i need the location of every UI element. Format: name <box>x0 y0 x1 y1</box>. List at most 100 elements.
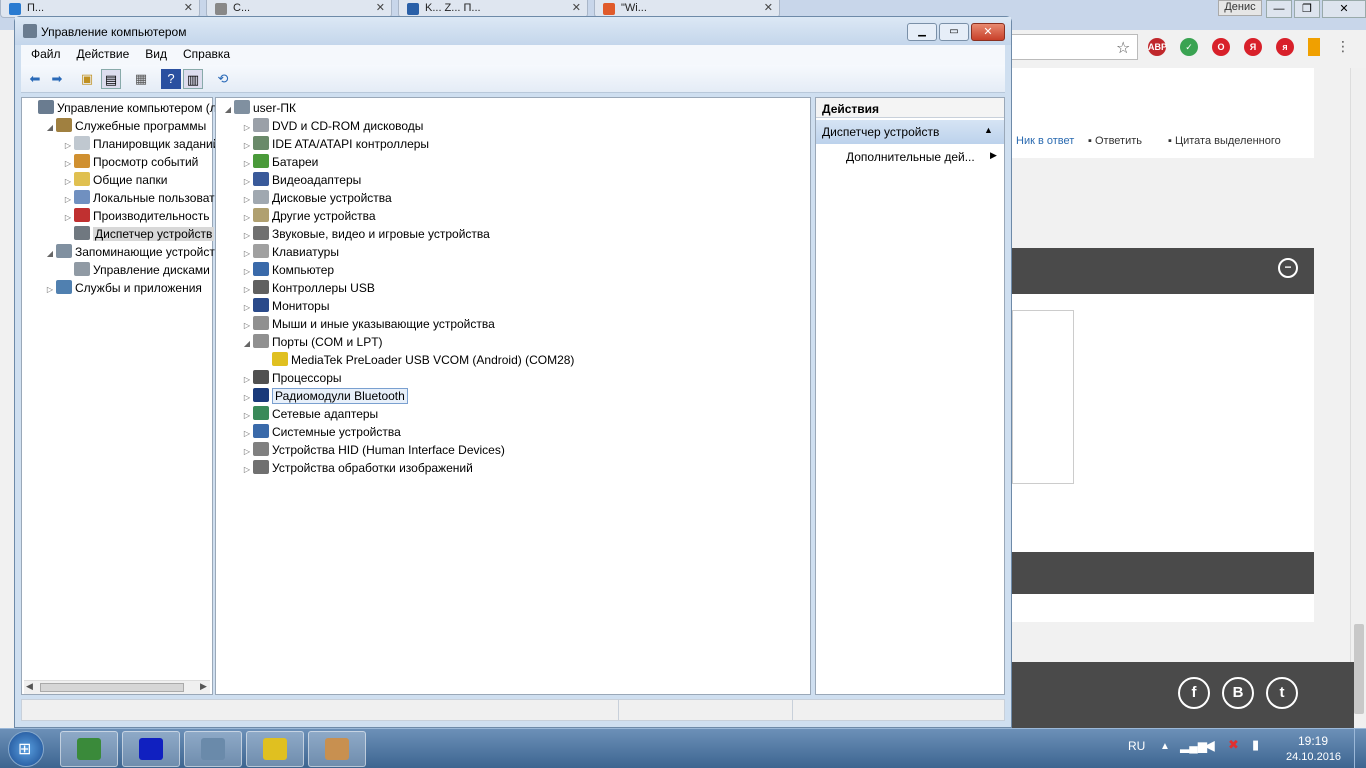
start-button[interactable]: ⊞ <box>8 731 44 767</box>
device-category[interactable]: ▷ Другие устройства <box>241 207 376 225</box>
abp-icon[interactable]: ABP <box>1148 38 1167 56</box>
taskbar-app-paint[interactable] <box>308 731 366 767</box>
collapse-arrow-icon[interactable]: ▲ <box>984 125 993 135</box>
close-tab-icon[interactable]: ✕ <box>572 1 581 14</box>
menu-view[interactable]: Вид <box>135 45 173 61</box>
show-actions-icon[interactable]: ▥ <box>183 69 203 89</box>
volume-icon[interactable]: ◀ <box>1204 737 1215 754</box>
show-hidden-icons-icon[interactable]: ▲ <box>1160 741 1170 752</box>
device-category[interactable]: ▷ Процессоры <box>241 369 342 387</box>
nav-tree-item[interactable]: Управление дисками <box>62 261 210 279</box>
nav-tree-item[interactable]: ▷ Планировщик заданий <box>62 135 219 153</box>
device-category[interactable]: ▷ Дисковые устройства <box>241 189 392 207</box>
nav-tree-item[interactable]: ▷ Службы и приложения <box>44 279 202 297</box>
nav-tree-item[interactable]: ◢ Запоминающие устройст <box>44 243 215 261</box>
taskbar-app-usb[interactable] <box>122 731 180 767</box>
show-desktop-button[interactable] <box>1354 729 1366 768</box>
device-category[interactable]: ▷ DVD и CD-ROM дисководы <box>241 117 423 135</box>
device-category[interactable]: ◢ Порты (COM и LPT) <box>241 333 383 351</box>
nav-tree-item[interactable]: Диспетчер устройств <box>62 225 215 243</box>
device-category[interactable]: ▷ Мониторы <box>241 297 329 315</box>
twitter-icon[interactable]: t <box>1266 677 1298 709</box>
device-category[interactable]: ▷ Системные устройства <box>241 423 401 441</box>
scroll-thumb[interactable] <box>1354 624 1364 714</box>
more-actions-item[interactable]: Дополнительные дей... ▶ <box>846 148 1002 166</box>
clock-time[interactable]: 19:19 <box>1298 734 1328 748</box>
reply-link[interactable]: ▪ Ответить <box>1088 135 1142 147</box>
device-category[interactable]: ▷ Видеоадаптеры <box>241 171 361 189</box>
device-category[interactable]: ▷ Радиомодули Bluetooth <box>241 387 408 405</box>
clock-date[interactable]: 24.10.2016 <box>1286 751 1341 763</box>
nav-tree-item[interactable]: ◢ Служебные программы <box>44 117 206 135</box>
textarea-field[interactable] <box>1012 310 1074 484</box>
device-tree-root[interactable]: ◢ user-ПК <box>222 99 296 117</box>
profile-button[interactable]: Денис <box>1218 0 1262 16</box>
opera-icon[interactable]: O <box>1212 38 1230 56</box>
expand-arrow-icon[interactable]: ▷ <box>44 281 56 299</box>
help-icon[interactable]: ? <box>161 69 181 89</box>
vk-icon[interactable]: B <box>1222 677 1254 709</box>
close-tab-icon[interactable]: ✕ <box>184 1 193 14</box>
scroll-thumb[interactable] <box>40 683 184 692</box>
collapse-icon[interactable]: − <box>1278 258 1298 278</box>
scan-hardware-icon[interactable]: ⟲ <box>213 69 233 89</box>
device-category[interactable]: ▷ Клавиатуры <box>241 243 339 261</box>
reply-nick-link[interactable]: Ник в ответ <box>1016 135 1074 147</box>
nav-tree-item[interactable]: ▷ Производительность <box>62 207 209 225</box>
expand-arrow-icon[interactable]: ▷ <box>241 461 253 479</box>
close-tab-icon[interactable]: ✕ <box>764 1 773 14</box>
device-category[interactable]: MediaTek PreLoader USB VCOM (Android) (C… <box>260 351 574 369</box>
menu-action[interactable]: Действие <box>67 45 136 61</box>
device-category[interactable]: ▷ IDE ATA/ATAPI контроллеры <box>241 135 429 153</box>
expand-arrow-icon[interactable]: ◢ <box>222 101 234 119</box>
page-scrollbar[interactable] <box>1350 68 1366 728</box>
nav-tree-item[interactable]: Управление компьютером (л <box>26 99 217 117</box>
taskbar-app-chrome[interactable] <box>246 731 304 767</box>
facebook-icon[interactable]: f <box>1178 677 1210 709</box>
battery-tray-icon[interactable]: ▮ <box>1252 737 1259 753</box>
taskbar-app-computer-management[interactable] <box>184 731 242 767</box>
show-hide-tree-icon[interactable]: ▤ <box>101 69 121 89</box>
close-tab-icon[interactable]: ✕ <box>376 1 385 14</box>
device-category[interactable]: ▷ Звуковые, видео и игровые устройства <box>241 225 490 243</box>
language-indicator[interactable]: RU <box>1128 739 1145 753</box>
scroll-right-icon[interactable]: ▶ <box>200 681 207 692</box>
yandex-small-icon[interactable]: я <box>1276 38 1294 56</box>
expand-arrow-icon[interactable]: ◢ <box>241 335 253 353</box>
bookmark-star-icon[interactable]: ☆ <box>1116 38 1130 58</box>
expand-arrow-icon[interactable]: ◢ <box>44 245 56 263</box>
restore-browser-button[interactable]: ❐ <box>1294 0 1320 18</box>
minimize-button[interactable]: ▁ <box>907 23 937 41</box>
properties-icon[interactable]: ▦ <box>131 69 151 89</box>
network-error-icon[interactable]: ✖ <box>1228 737 1239 753</box>
menu-file[interactable]: Файл <box>21 45 67 61</box>
shield-icon[interactable]: ✓ <box>1180 38 1198 56</box>
signal-icon[interactable]: ▂▄▆ <box>1180 739 1207 753</box>
horizontal-scrollbar[interactable]: ◀ ▶ <box>24 680 210 694</box>
device-category[interactable]: ▷ Мыши и иные указывающие устройства <box>241 315 495 333</box>
device-category[interactable]: ▷ Контроллеры USB <box>241 279 375 297</box>
yandex-icon[interactable]: Я <box>1244 38 1262 56</box>
device-category[interactable]: ▷ Устройства обработки изображений <box>241 459 473 477</box>
taskbar-app-monitor[interactable] <box>60 731 118 767</box>
expand-arrow-icon[interactable]: ◢ <box>44 119 56 137</box>
nav-tree-item[interactable]: ▷ Локальные пользовате <box>62 189 221 207</box>
maximize-button[interactable]: ▭ <box>939 23 969 41</box>
actions-section[interactable]: Диспетчер устройств ▲ <box>816 120 1004 144</box>
menu-icon[interactable]: ⋮ <box>1336 38 1350 55</box>
device-category[interactable]: ▷ Устройства HID (Human Interface Devices… <box>241 441 505 459</box>
minimize-browser-button[interactable]: — <box>1266 0 1292 18</box>
device-category[interactable]: ▷ Батареи <box>241 153 318 171</box>
back-icon[interactable]: ⬅ <box>25 69 45 89</box>
bookmark-flag-icon[interactable] <box>1308 38 1320 56</box>
forward-icon[interactable]: ➡ <box>47 69 67 89</box>
quote-link[interactable]: ▪ Цитата выделенного <box>1168 135 1281 147</box>
close-browser-button[interactable]: ✕ <box>1322 0 1366 18</box>
menu-help[interactable]: Справка <box>173 45 236 61</box>
up-folder-icon[interactable]: ▣ <box>77 69 97 89</box>
nav-tree-item[interactable]: ▷ Просмотр событий <box>62 153 198 171</box>
nav-tree-item[interactable]: ▷ Общие папки <box>62 171 167 189</box>
device-category[interactable]: ▷ Сетевые адаптеры <box>241 405 378 423</box>
close-button[interactable]: ✕ <box>971 23 1005 41</box>
scroll-left-icon[interactable]: ◀ <box>26 681 33 692</box>
